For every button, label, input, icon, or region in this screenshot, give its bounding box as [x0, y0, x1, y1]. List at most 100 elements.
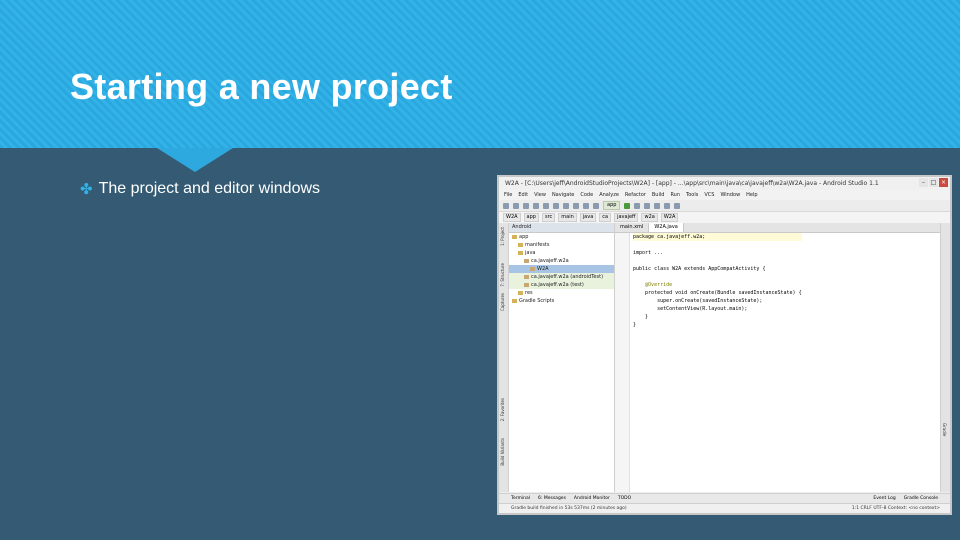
breadcrumb-item[interactable]: ca	[599, 213, 612, 222]
bottom-tool-button[interactable]: Event Log	[873, 496, 895, 501]
menu-item-window[interactable]: Window	[720, 192, 740, 198]
tool-window-button[interactable]: Build Variants	[500, 438, 505, 466]
editor-tab[interactable]: main.xml	[615, 223, 650, 232]
menu-item-tools[interactable]: Tools	[686, 192, 698, 198]
menu-item-edit[interactable]: Edit	[518, 192, 528, 198]
code-area[interactable]: package ca.javajeff.w2a; import ... publ…	[633, 233, 802, 329]
tree-item-label: java	[525, 250, 536, 256]
tool-window-button[interactable]: 2: Favorites	[500, 398, 505, 421]
find-icon[interactable]	[583, 202, 589, 209]
redo-icon[interactable]	[543, 202, 549, 209]
bottom-tool-button[interactable]: 6: Messages	[538, 496, 566, 501]
menu-item-view[interactable]: View	[534, 192, 546, 198]
menu-item-file[interactable]: File	[504, 192, 512, 198]
debug-icon[interactable]	[634, 202, 641, 209]
code-line: }	[633, 314, 649, 320]
sync-icon[interactable]	[523, 202, 529, 209]
menu-item-code[interactable]: Code	[580, 192, 593, 198]
editor-gutter	[615, 233, 630, 492]
code-line: protected void onCreate(Bundle savedInst…	[633, 290, 802, 296]
breadcrumb-item[interactable]: W2A	[503, 213, 521, 222]
folder-icon	[518, 290, 523, 295]
maximize-icon[interactable]: □	[929, 178, 938, 187]
tree-item[interactable]: app	[509, 233, 614, 241]
folder-icon	[512, 234, 517, 239]
tree-item[interactable]: ca.javajeff.w2a (test)	[509, 281, 614, 289]
tree-item[interactable]: res	[509, 289, 614, 297]
code-line: }	[633, 322, 637, 328]
bottom-tool-button[interactable]: Gradle Console	[904, 496, 938, 501]
tree-item-label: res	[525, 290, 533, 296]
run-config-select[interactable]: app	[603, 201, 621, 210]
bullet-text: The project and editor windows	[98, 180, 321, 197]
folder-icon	[512, 298, 517, 303]
right-tool-strip: Gradle	[940, 223, 950, 492]
ide-menubar: File Edit View Navigate Code Analyze Refactor B…	[499, 190, 950, 200]
tool-window-button[interactable]: Gradle	[942, 423, 947, 436]
tree-item[interactable]: ca.javajeff.w2a (androidTest)	[509, 273, 614, 281]
bottom-tool-button[interactable]: Android Monitor	[574, 496, 610, 501]
tree-item[interactable]: W2A	[509, 265, 614, 273]
left-tool-strip: 1: Project 7: Structure Captures 2: Favorit…	[499, 223, 509, 492]
help-icon[interactable]	[674, 202, 681, 209]
ide-main-area: 1: Project 7: Structure Captures 2: Favorit…	[499, 223, 950, 492]
open-icon[interactable]	[503, 202, 509, 209]
tree-item[interactable]: ca.javajeff.w2a	[509, 257, 614, 265]
run-icon[interactable]	[624, 202, 631, 209]
tree-item-label: ca.javajeff.w2a	[531, 258, 569, 264]
tree-item-label: Gradle Scripts	[519, 298, 555, 304]
save-icon[interactable]	[513, 202, 519, 209]
tree-item-label: W2A	[537, 266, 549, 272]
folder-icon	[524, 274, 529, 279]
breadcrumb-item[interactable]: app	[523, 213, 539, 222]
stop-icon[interactable]	[644, 202, 651, 209]
project-view-select[interactable]: Android	[509, 223, 614, 233]
header-notch	[157, 148, 233, 172]
breadcrumb-item[interactable]: main	[558, 213, 577, 222]
code-line: super.onCreate(savedInstanceState);	[633, 298, 763, 304]
copy-icon[interactable]	[563, 202, 569, 209]
tool-window-button[interactable]: 1: Project	[500, 227, 505, 246]
editor-tab[interactable]: W2A.java	[649, 223, 684, 232]
ide-toolbar: app	[499, 200, 950, 212]
minimize-icon[interactable]: –	[919, 178, 928, 187]
replace-icon[interactable]	[593, 202, 599, 209]
code-line: import ...	[633, 250, 664, 256]
slide-title: Starting a new project	[70, 66, 453, 107]
breadcrumb-item[interactable]: W2A	[660, 213, 679, 222]
menu-item-navigate[interactable]: Navigate	[552, 192, 574, 198]
undo-icon[interactable]	[533, 202, 539, 209]
tool-window-button[interactable]: 7: Structure	[500, 263, 505, 287]
tree-item[interactable]: Gradle Scripts	[509, 297, 614, 305]
menu-item-vcs[interactable]: VCS	[704, 192, 714, 198]
breadcrumb-item[interactable]: javajeff	[614, 213, 639, 222]
bottom-tool-button[interactable]: Terminal	[511, 496, 530, 501]
menu-item-help[interactable]: Help	[746, 192, 757, 198]
menu-item-run[interactable]: Run	[670, 192, 680, 198]
folder-icon	[530, 266, 535, 271]
project-panel: Android app manifests java ca.javajeff.w2a W…	[509, 223, 615, 492]
menu-item-build[interactable]: Build	[652, 192, 665, 198]
tree-item-label: manifests	[525, 242, 550, 248]
paste-icon[interactable]	[573, 202, 579, 209]
bottom-tool-button[interactable]: TODO	[618, 496, 631, 501]
tree-item-label: ca.javajeff.w2a (androidTest)	[531, 274, 604, 280]
code-line: package ca.javajeff.w2a;	[633, 233, 802, 241]
breadcrumb-item[interactable]: src	[541, 213, 556, 222]
breadcrumb-item[interactable]: w2a	[641, 213, 658, 222]
tree-item[interactable]: manifests	[509, 241, 614, 249]
sdk-manager-icon[interactable]	[654, 202, 661, 209]
ide-screenshot: W2A - [C:\Users\jeff\AndroidStudioProjec…	[497, 175, 952, 515]
cut-icon[interactable]	[553, 202, 559, 209]
breadcrumb-item[interactable]: java	[579, 213, 597, 222]
menu-item-refactor[interactable]: Refactor	[625, 192, 646, 198]
folder-icon	[524, 258, 529, 263]
tool-window-button[interactable]: Captures	[500, 293, 505, 311]
menu-item-analyze[interactable]: Analyze	[599, 192, 619, 198]
tree-item[interactable]: java	[509, 249, 614, 257]
avd-manager-icon[interactable]	[664, 202, 671, 209]
ide-titlebar: W2A - [C:\Users\jeff\AndroidStudioProjec…	[499, 177, 950, 190]
close-icon[interactable]: ×	[939, 178, 948, 187]
